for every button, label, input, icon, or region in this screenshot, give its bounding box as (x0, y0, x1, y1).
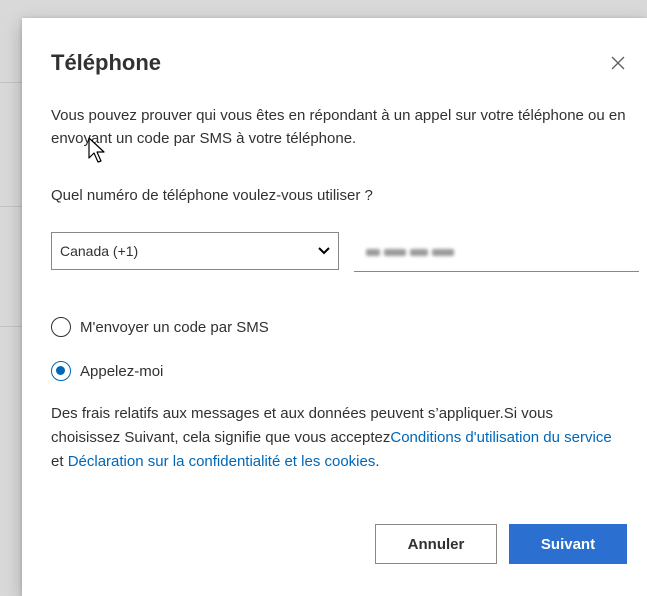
dialog-title: Téléphone (51, 50, 162, 75)
terms-of-service-link[interactable]: Conditions d'utilisation du service (390, 429, 611, 446)
radio-label-sms: M'envoyer un code par SMS (80, 318, 269, 336)
radio-button-call[interactable] (51, 361, 71, 381)
backdrop-divider (0, 206, 22, 207)
close-button[interactable] (606, 51, 630, 75)
mouse-pointer-icon (88, 137, 105, 163)
dialog-description: Vous pouvez prouver qui vous êtes en rép… (51, 107, 626, 147)
phone-dialog: Téléphone Vous pouvez prouver qui vous ê… (22, 18, 647, 596)
radio-button-sms[interactable] (51, 317, 71, 337)
country-code-value: Canada (+1) (60, 243, 139, 259)
radio-option-call[interactable]: Appelez-moi (51, 361, 163, 381)
notice-end: . (375, 453, 380, 470)
terms-notice: Des frais relatifs aux messages et aux d… (51, 402, 626, 474)
phone-question-label: Quel numéro de téléphone voulez-vous uti… (51, 187, 373, 204)
privacy-statement-link[interactable]: Déclaration sur la confidentialité et le… (68, 453, 376, 470)
radio-label-call: Appelez-moi (80, 362, 164, 380)
cancel-button[interactable]: Annuler (375, 524, 497, 564)
phone-number-redacted (366, 249, 454, 256)
close-icon (611, 56, 625, 70)
backdrop-divider (0, 326, 22, 327)
backdrop-divider (0, 82, 22, 83)
phone-number-input[interactable] (354, 232, 639, 272)
notice-and: et (51, 453, 68, 470)
radio-option-sms[interactable]: M'envoyer un code par SMS (51, 317, 269, 337)
next-button[interactable]: Suivant (509, 524, 627, 564)
chevron-down-icon (318, 247, 330, 255)
country-code-select[interactable]: Canada (+1) (51, 232, 339, 270)
